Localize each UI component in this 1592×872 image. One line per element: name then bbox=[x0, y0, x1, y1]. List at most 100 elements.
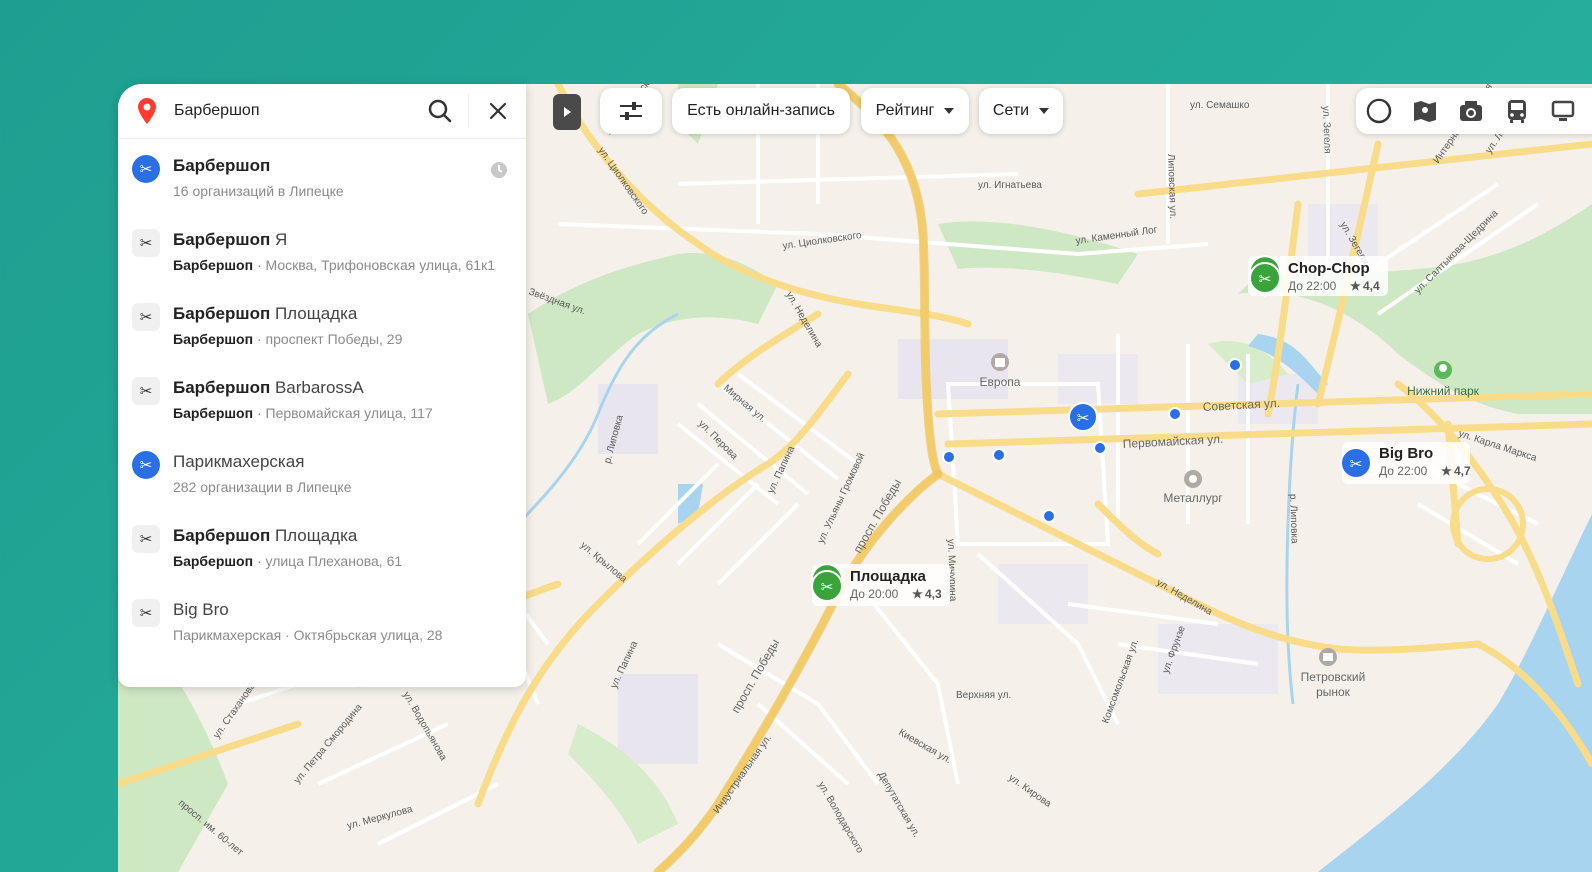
map-layers-toolbar bbox=[1356, 88, 1592, 134]
camera-icon[interactable] bbox=[1457, 97, 1485, 125]
result-address: · улица Плеханова, 61 bbox=[253, 553, 403, 569]
result-address: · Первомайская улица, 117 bbox=[253, 405, 433, 421]
result-subtitle: Барбершоп · Первомайская улица, 117 bbox=[173, 404, 513, 422]
star-icon: ★ bbox=[1350, 279, 1361, 293]
search-results-list: ✂ Барбершоп 16 организаций в Липецке ✂ Барбе… bbox=[118, 139, 526, 657]
street-label: ул. Игнатьева bbox=[978, 180, 1042, 191]
scissors-icon: ✂ bbox=[132, 525, 160, 553]
result-title: Барбершоп BarbarossA bbox=[173, 378, 364, 398]
history-clock-icon bbox=[490, 161, 508, 184]
alice-icon[interactable] bbox=[1365, 97, 1393, 125]
scissors-icon: ✂ bbox=[1350, 456, 1363, 473]
street-label: Липовская ул. bbox=[1165, 154, 1178, 219]
place-label: Металлург bbox=[1163, 491, 1223, 505]
poi-big-bro[interactable]: ✂ Big Bro До 22:00 ★ 4,7 bbox=[1340, 442, 1471, 484]
scissors-icon: ✂ bbox=[132, 229, 160, 257]
star-icon: ★ bbox=[912, 587, 923, 601]
scissors-icon: ✂ bbox=[132, 303, 160, 331]
result-subtitle: Барбершоп · улица Плеханова, 61 bbox=[173, 552, 513, 570]
poi-name: Big Bro bbox=[1379, 445, 1433, 462]
result-title-rest: Big Bro bbox=[173, 600, 229, 619]
result-subtitle: Парикмахерская · Октябрьская улица, 28 bbox=[173, 626, 513, 644]
result-address: 282 организации в Липецке bbox=[173, 479, 352, 495]
poi-rating: 4,7 bbox=[1454, 464, 1471, 478]
filter-sliders-icon bbox=[620, 102, 642, 120]
triangle-right-icon bbox=[564, 107, 571, 117]
online-booking-filter[interactable]: Есть онлайн-запись bbox=[672, 88, 850, 134]
result-title: Барбершоп Площадка bbox=[173, 304, 357, 324]
street-label: ул. Семашко bbox=[1190, 100, 1250, 111]
result-title: Барбершоп Площадка bbox=[173, 526, 357, 546]
map-result-pin[interactable]: ✂ bbox=[1068, 402, 1098, 432]
result-address: · проспект Победы, 29 bbox=[253, 331, 403, 347]
poi-name: Площадка bbox=[850, 568, 926, 585]
scissors-icon: ✂ bbox=[132, 451, 160, 479]
chevron-down-icon bbox=[1039, 108, 1050, 114]
map-result-dot[interactable] bbox=[1093, 441, 1107, 455]
street-label: Верхняя ул. bbox=[956, 690, 1011, 701]
result-title: Барбершоп bbox=[173, 156, 270, 176]
search-panel: ✂ Барбершоп 16 организаций в Липецке ✂ Барбе… bbox=[118, 84, 526, 687]
result-category: Барбершоп bbox=[173, 405, 254, 421]
result-category: Барбершоп bbox=[173, 553, 254, 569]
result-subtitle: 282 организации в Липецке bbox=[173, 478, 513, 496]
search-result-item[interactable]: ✂ Барбершоп 16 организаций в Липецке bbox=[118, 139, 526, 213]
close-icon[interactable] bbox=[484, 97, 512, 125]
result-title-bold: Барбершоп bbox=[173, 526, 271, 545]
chip-label: Рейтинг bbox=[875, 102, 935, 119]
scissors-icon: ✂ bbox=[1077, 410, 1090, 427]
map-result-dot[interactable] bbox=[992, 448, 1006, 462]
star-icon: ★ bbox=[1441, 464, 1452, 478]
chains-filter[interactable]: Сети bbox=[979, 88, 1063, 134]
park-label: Нижний парк bbox=[1407, 384, 1480, 398]
scissors-icon: ✂ bbox=[132, 599, 160, 627]
poi-name: Chop-Chop bbox=[1288, 260, 1370, 277]
result-title-rest: BarbarossA bbox=[270, 378, 364, 397]
result-title-rest: Я bbox=[270, 230, 288, 249]
result-title-bold: Барбершоп bbox=[173, 304, 271, 323]
result-title: Big Bro bbox=[173, 600, 229, 620]
result-title-bold: Барбершоп bbox=[173, 230, 271, 249]
search-result-item[interactable]: ✂ Big Bro Парикмахерская · Октябрьская ули… bbox=[118, 583, 526, 657]
bus-icon[interactable] bbox=[1503, 97, 1531, 125]
result-category: Барбершоп bbox=[173, 257, 254, 273]
poi-hours: До 22:00 bbox=[1288, 279, 1337, 293]
street-label: ул. Зегеля bbox=[1320, 106, 1333, 154]
result-title-rest: Площадка bbox=[270, 526, 358, 545]
search-result-item[interactable]: ✂ Барбершоп Площадка Барбершоп · проспект … bbox=[118, 287, 526, 361]
poi-rating: 4,4 bbox=[1363, 279, 1380, 293]
result-address: 16 организаций в Липецке bbox=[173, 183, 344, 199]
search-result-item[interactable]: ✂ Парикмахерская 282 организации в Липецке bbox=[118, 435, 526, 509]
map-result-dot[interactable] bbox=[1228, 358, 1242, 372]
result-title-bold: Барбершоп bbox=[173, 156, 271, 175]
collapse-panel-button[interactable] bbox=[553, 94, 581, 130]
search-result-item[interactable]: ✂ Барбершоп Площадка Барбершоп · улица Пле… bbox=[118, 509, 526, 583]
place-label: Европа bbox=[980, 375, 1021, 389]
poi-chop-chop[interactable]: ✂ Chop-Chop До 22:00 ★ 4,4 bbox=[1248, 255, 1388, 298]
scissors-icon: ✂ bbox=[1259, 271, 1272, 288]
search-input[interactable] bbox=[172, 101, 416, 121]
result-title-bold: Барбершоп bbox=[173, 378, 271, 397]
map-result-dot[interactable] bbox=[1168, 407, 1182, 421]
map-result-dot[interactable] bbox=[942, 450, 956, 464]
scissors-icon: ✂ bbox=[132, 377, 160, 405]
scissors-icon: ✂ bbox=[132, 155, 160, 183]
poi-ploshchadka[interactable]: ✂ Площадка До 20:00 ★ 4,3 bbox=[811, 563, 950, 606]
result-title-rest: Парикмахерская bbox=[173, 452, 305, 471]
search-result-item[interactable]: ✂ Барбершоп BarbarossA Барбершоп · Первома… bbox=[118, 361, 526, 435]
result-address: Парикмахерская · Октябрьская улица, 28 bbox=[173, 627, 443, 643]
poi-rating: 4,3 bbox=[925, 587, 942, 601]
result-category: Барбершоп bbox=[173, 331, 254, 347]
map-book-icon[interactable] bbox=[1411, 97, 1439, 125]
rating-filter[interactable]: Рейтинг bbox=[861, 88, 969, 134]
map-result-dot[interactable] bbox=[1042, 509, 1056, 523]
filters-button[interactable] bbox=[600, 88, 662, 134]
result-title: Барбершоп Я bbox=[173, 230, 287, 250]
screen-icon[interactable] bbox=[1549, 97, 1577, 125]
search-icon[interactable] bbox=[426, 97, 454, 125]
river-label: р. Липовка bbox=[1287, 494, 1300, 545]
divider bbox=[468, 94, 469, 128]
place-label: рынок bbox=[1316, 685, 1351, 699]
search-result-item[interactable]: ✂ Барбершоп Я Барбершоп · Москва, Трифонов… bbox=[118, 213, 526, 287]
result-subtitle: 16 организаций в Липецке bbox=[173, 182, 513, 200]
